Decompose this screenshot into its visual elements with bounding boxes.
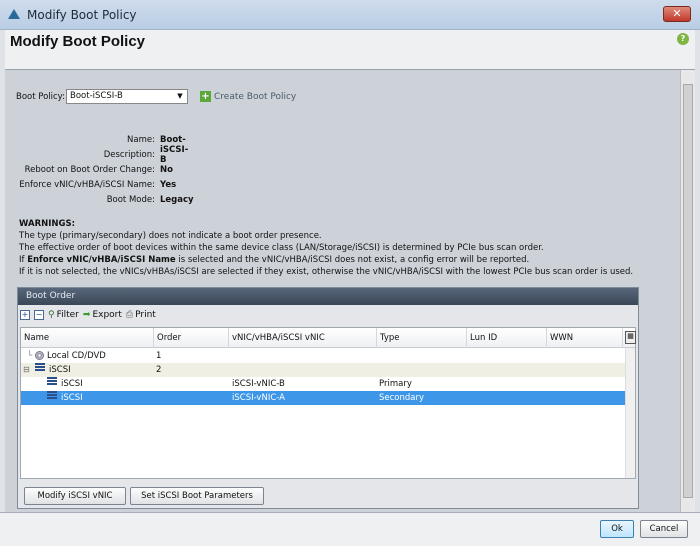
- app-icon: [8, 9, 20, 19]
- expand-icon[interactable]: +: [20, 310, 30, 320]
- arrow-right-icon: ➡: [82, 310, 91, 320]
- printer-icon: ⎙: [125, 310, 134, 320]
- table-row[interactable]: iSCSI iSCSI-vNIC-B Primary: [21, 377, 625, 391]
- boot-order-panel: Boot Order + − ⚲ Filter ➡ Export ⎙ Print Na…: [17, 287, 639, 509]
- collapse-icon[interactable]: −: [34, 310, 44, 320]
- plus-icon: +: [200, 91, 211, 102]
- warnings: WARNINGS: The type (primary/secondary) d…: [19, 218, 633, 278]
- iscsi-icon: [47, 391, 57, 399]
- column-chooser-icon[interactable]: ▦: [625, 331, 636, 344]
- window-title: Modify Boot Policy: [27, 8, 137, 22]
- column-header-lun-id[interactable]: Lun ID: [467, 328, 547, 348]
- column-header-type[interactable]: Type: [377, 328, 467, 348]
- table-row-selected[interactable]: iSCSI iSCSI-vNIC-A Secondary: [21, 391, 625, 405]
- filter-icon: ⚲: [48, 310, 55, 320]
- reboot-label: Reboot on Boot Order Change:: [24, 165, 155, 175]
- dialog-header: Modify Boot Policy ?: [5, 30, 695, 70]
- table-scrollbar[interactable]: [625, 348, 635, 478]
- toolbar: + − ⚲ Filter ➡ Export ⎙ Print: [20, 307, 156, 323]
- reboot-value: No: [160, 165, 173, 175]
- set-iscsi-boot-parameters-button[interactable]: Set iSCSI Boot Parameters: [130, 487, 264, 505]
- create-boot-policy-label: Create Boot Policy: [214, 92, 297, 102]
- boot-order-title: Boot Order: [18, 288, 638, 305]
- column-header-order[interactable]: Order: [154, 328, 229, 348]
- boot-policy-value: Boot-iSCSI-B: [70, 91, 123, 101]
- disc-icon: [35, 351, 44, 360]
- title-bar: Modify Boot Policy ✕: [0, 0, 700, 30]
- iscsi-icon: [47, 377, 57, 385]
- enforce-value: Yes: [160, 180, 177, 190]
- collapse-tree-icon[interactable]: ⊟: [23, 363, 30, 377]
- column-header-vnic[interactable]: vNIC/vHBA/iSCSI vNIC: [229, 328, 377, 348]
- modify-iscsi-vnic-button[interactable]: Modify iSCSI vNIC: [24, 487, 126, 505]
- dialog-footer: Ok Cancel: [0, 512, 700, 546]
- warning-line: If Enforce vNIC/vHBA/iSCSI Name is selec…: [19, 255, 530, 265]
- boot-policy-label: Boot Policy:: [16, 92, 65, 102]
- filter-button[interactable]: ⚲ Filter: [48, 310, 79, 320]
- boot-order-table: Name Order vNIC/vHBA/iSCSI vNIC Type Lun…: [20, 327, 636, 479]
- create-boot-policy-link[interactable]: + Create Boot Policy: [200, 91, 296, 102]
- boot-policy-select[interactable]: Boot-iSCSI-B ▼: [66, 89, 188, 104]
- cancel-button[interactable]: Cancel: [640, 520, 688, 538]
- description-label: Description:: [103, 150, 155, 160]
- ok-button[interactable]: Ok: [600, 520, 634, 538]
- page-title: Modify Boot Policy: [10, 33, 145, 50]
- table-header: Name Order vNIC/vHBA/iSCSI vNIC Type Lun…: [21, 328, 636, 348]
- print-button[interactable]: ⎙ Print: [126, 310, 156, 320]
- warning-line: If it is not selected, the vNICs/vHBAs/i…: [19, 267, 634, 277]
- close-button[interactable]: ✕: [663, 6, 691, 22]
- iscsi-icon: [35, 363, 45, 371]
- name-label: Name:: [127, 135, 155, 145]
- boot-mode-value: Legacy: [160, 195, 194, 205]
- table-row[interactable]: ⊟ iSCSI 2: [21, 363, 625, 377]
- chevron-down-icon: ▼: [177, 92, 183, 100]
- vertical-scrollbar[interactable]: [680, 70, 695, 512]
- warning-line: The type (primary/secondary) does not in…: [19, 231, 322, 241]
- help-icon[interactable]: ?: [677, 33, 689, 45]
- name-value: Boot-iSCSI-B: [160, 135, 189, 165]
- export-button[interactable]: ➡ Export: [83, 310, 122, 320]
- column-header-wwn[interactable]: WWN: [547, 328, 623, 348]
- warnings-title: WARNINGS:: [19, 219, 76, 229]
- table-row[interactable]: └ Local CD/DVD 1: [21, 349, 625, 363]
- warning-line: The effective order of boot devices with…: [19, 243, 544, 253]
- boot-mode-label: Boot Mode:: [106, 195, 155, 205]
- enforce-label: Enforce vNIC/vHBA/iSCSI Name:: [19, 180, 155, 190]
- column-header-name[interactable]: Name: [21, 328, 154, 348]
